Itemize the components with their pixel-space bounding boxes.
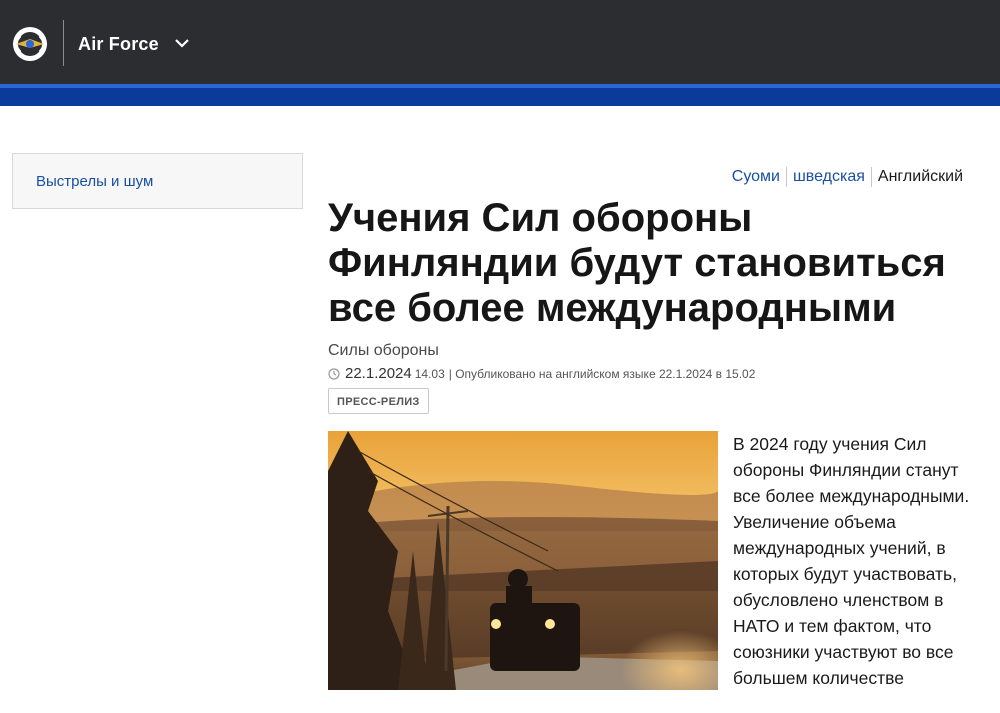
sidebar-item-gunfire-noise[interactable]: Выстрелы и шум [36,173,153,190]
air-force-emblem-icon[interactable] [10,22,50,66]
language-swedish-link[interactable]: шведская [787,166,871,188]
top-navigation-bar: Air Force [0,0,1000,84]
article-meta: 22.1.2024 14.03 | Опубликовано на англий… [328,365,755,382]
sidebar-menu: Выстрелы и шум [12,153,303,209]
article-category: Силы обороны [328,342,439,359]
chevron-down-icon[interactable] [174,36,190,50]
article-photo [328,431,718,690]
article-title: Учения Сил обороны Финляндии будут стано… [328,196,946,330]
brand-color-stripe [0,84,1000,88]
publish-date: 22.1.2024 [345,365,412,382]
publish-time: 14.03 [414,366,445,381]
site-brand-name[interactable]: Air Force [78,34,159,55]
header-divider [63,20,64,66]
article-lead-text: В 2024 году учения Сил обороны Финляндии… [733,434,970,688]
language-switcher: Суоми шведская Английский [726,166,969,188]
clock-icon [328,367,340,380]
press-release-badge[interactable]: ПРЕСС-РЕЛИЗ [328,388,429,414]
language-finnish-link[interactable]: Суоми [726,166,786,188]
published-in-english-note: | Опубликовано на английском языке 22.1.… [448,366,756,381]
language-english-current: Английский [877,168,963,185]
brand-color-band [0,84,1000,106]
